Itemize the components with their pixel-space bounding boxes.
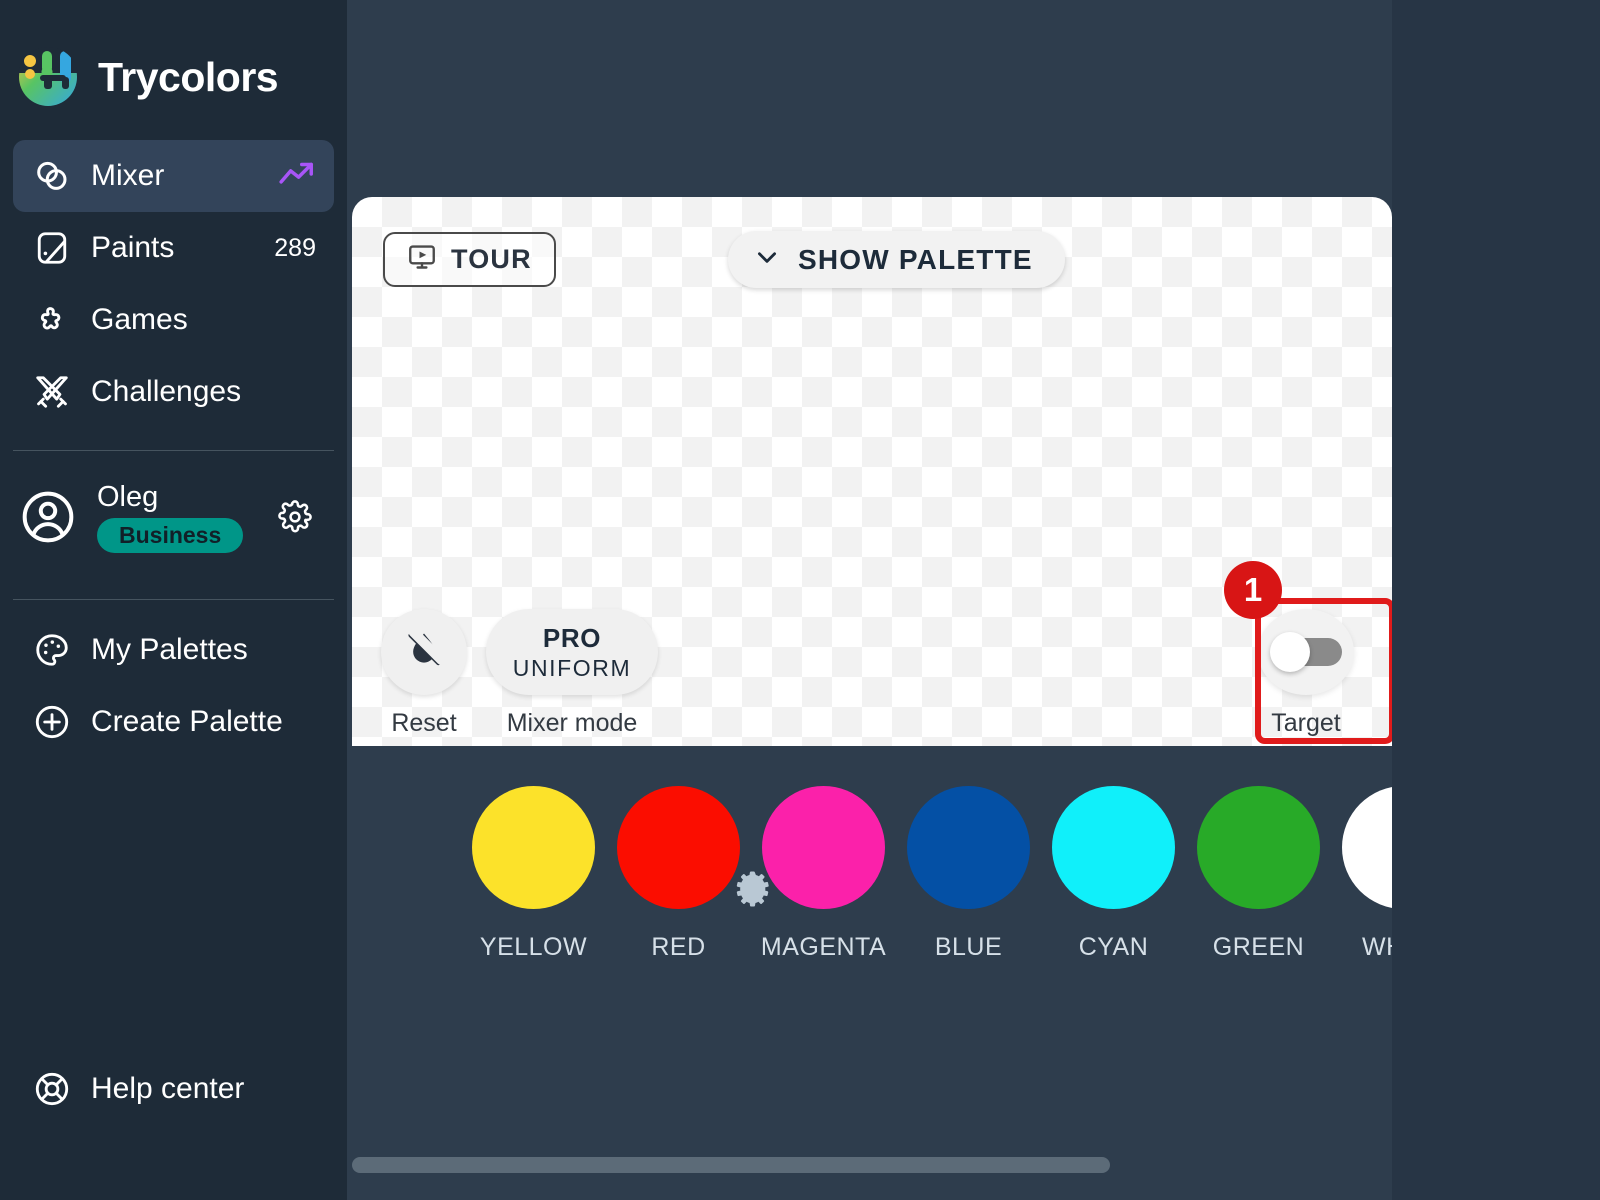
sidebar-divider-bottom (13, 599, 334, 600)
sidebar-nav: Mixer Paints 289 Games Challenges (0, 140, 347, 428)
mixer-circles-icon (31, 155, 73, 197)
show-palette-button[interactable]: SHOW PALETTE (728, 231, 1065, 288)
swatch-label: GREEN (1212, 933, 1305, 961)
target-caption: Target (1271, 709, 1341, 737)
swatch-color-yellow (472, 786, 595, 909)
monitor-play-icon (407, 242, 437, 277)
sidebar-item-label: Challenges (91, 375, 242, 408)
swatch-label: MAGENTA (760, 933, 887, 961)
swatch-label: RED (651, 933, 706, 961)
swatch-color-cyan (1052, 786, 1175, 909)
user-name: Oleg (97, 481, 159, 514)
swatch-color-red (617, 786, 740, 909)
user-profile[interactable]: Oleg Business (0, 457, 347, 577)
sidebar-item-label: My Palettes (91, 633, 248, 666)
brand[interactable]: Trycolors (0, 0, 347, 112)
sidebar-divider-top (13, 450, 334, 451)
swatch-color-green (1197, 786, 1320, 909)
sidebar-item-label: Help center (91, 1072, 245, 1105)
reset-button[interactable]: Reset (381, 609, 467, 738)
puzzle-icon (31, 299, 73, 341)
swatch-label: BLUE (934, 933, 1003, 961)
paints-count-wrap: 289 (274, 234, 316, 263)
scrollbar-thumb[interactable] (352, 1157, 1110, 1173)
palette-swatch[interactable]: GREEN (1197, 786, 1320, 962)
mixer-mode-subvalue: UNIFORM (512, 654, 632, 681)
swatch-label: WHITE (1361, 933, 1392, 961)
trending-up-icon (278, 159, 316, 194)
plan-badge: Business (97, 518, 244, 553)
swatch-color-magenta (762, 786, 885, 909)
sidebar-item-my-palettes[interactable]: My Palettes (13, 614, 334, 686)
horizontal-scrollbar[interactable] (352, 1154, 1392, 1176)
app-root: Trycolors Mixer Paints 289 Games Challen… (0, 0, 1600, 1200)
swatch-label: YELLOW (479, 933, 588, 961)
plus-circle-icon (31, 701, 73, 743)
gear-icon[interactable] (278, 500, 312, 534)
sidebar: Trycolors Mixer Paints 289 Games Challen… (0, 0, 347, 1200)
reset-caption: Reset (391, 709, 457, 737)
drop-slash-icon (403, 626, 447, 676)
palette-swatch[interactable]: MAGENTA (760, 786, 887, 962)
reset-button-circle (381, 609, 467, 695)
mixer-mode-pill: PRO UNIFORM (486, 609, 658, 695)
palette-swatch[interactable]: YELLOW (472, 786, 595, 962)
toggle-knob (1270, 632, 1310, 672)
sidebar-item-mixer[interactable]: Mixer (13, 140, 334, 212)
lifebuoy-icon (31, 1068, 73, 1110)
sidebar-item-label: Games (91, 303, 188, 336)
target-toggle[interactable]: Target (1258, 609, 1354, 738)
paints-count: 289 (274, 233, 316, 262)
target-toggle-circle (1258, 609, 1354, 695)
palette-swatch[interactable]: RED (617, 786, 740, 962)
sidebar-item-label: Create Palette (91, 705, 283, 738)
palette-swatches: YELLOW RED MAGENTA BLUE CYAN GREEN W (472, 786, 1392, 962)
palette-swatch[interactable]: BLUE (907, 786, 1030, 962)
brand-name: Trycolors (98, 53, 279, 100)
mixer-mode-caption: Mixer mode (506, 709, 638, 737)
sidebar-item-create-palette[interactable]: Create Palette (13, 686, 334, 758)
sidebar-item-challenges[interactable]: Challenges (13, 356, 334, 428)
mixer-mode-button[interactable]: PRO UNIFORM Mixer mode (486, 609, 658, 738)
user-info: Oleg Business (97, 481, 244, 553)
palette-swatch[interactable]: WHITE (1342, 786, 1392, 962)
crossed-swords-icon (31, 371, 73, 413)
sidebar-item-label: Mixer (91, 159, 165, 192)
user-circle-icon (17, 486, 79, 548)
palette-strip: YELLOW RED MAGENTA BLUE CYAN GREEN W (352, 746, 1392, 1150)
main-content: TOUR SHOW PALETTE Reset PRO UNIFORM Mixe… (347, 0, 1600, 1200)
show-palette-label: SHOW PALETTE (798, 243, 1033, 275)
swatch-color-white (1342, 786, 1392, 909)
paints-icon (31, 227, 73, 269)
mixer-canvas-card[interactable]: TOUR SHOW PALETTE Reset PRO UNIFORM Mixe… (352, 197, 1392, 746)
sidebar-item-label: Paints (91, 231, 175, 264)
mixer-trend (278, 159, 316, 194)
sidebar-item-help-center[interactable]: Help center (13, 1053, 262, 1125)
chevron-down-icon (754, 244, 780, 275)
palette-icon (31, 629, 73, 671)
sidebar-nav-bottom: My Palettes Create Palette (0, 614, 347, 758)
mixer-mode-value: PRO (542, 622, 602, 653)
right-gutter (1392, 0, 1600, 1200)
swatch-label: CYAN (1078, 933, 1149, 961)
toggle-switch[interactable] (1270, 632, 1342, 672)
tour-button-label: TOUR (451, 244, 532, 274)
palette-swatch[interactable]: CYAN (1052, 786, 1175, 962)
trycolors-logo-icon (18, 47, 78, 107)
tour-button[interactable]: TOUR (383, 232, 556, 287)
sidebar-item-games[interactable]: Games (13, 284, 334, 356)
annotation-step-badge: 1 (1224, 561, 1282, 619)
sidebar-item-paints[interactable]: Paints 289 (13, 212, 334, 284)
swatch-color-blue (907, 786, 1030, 909)
